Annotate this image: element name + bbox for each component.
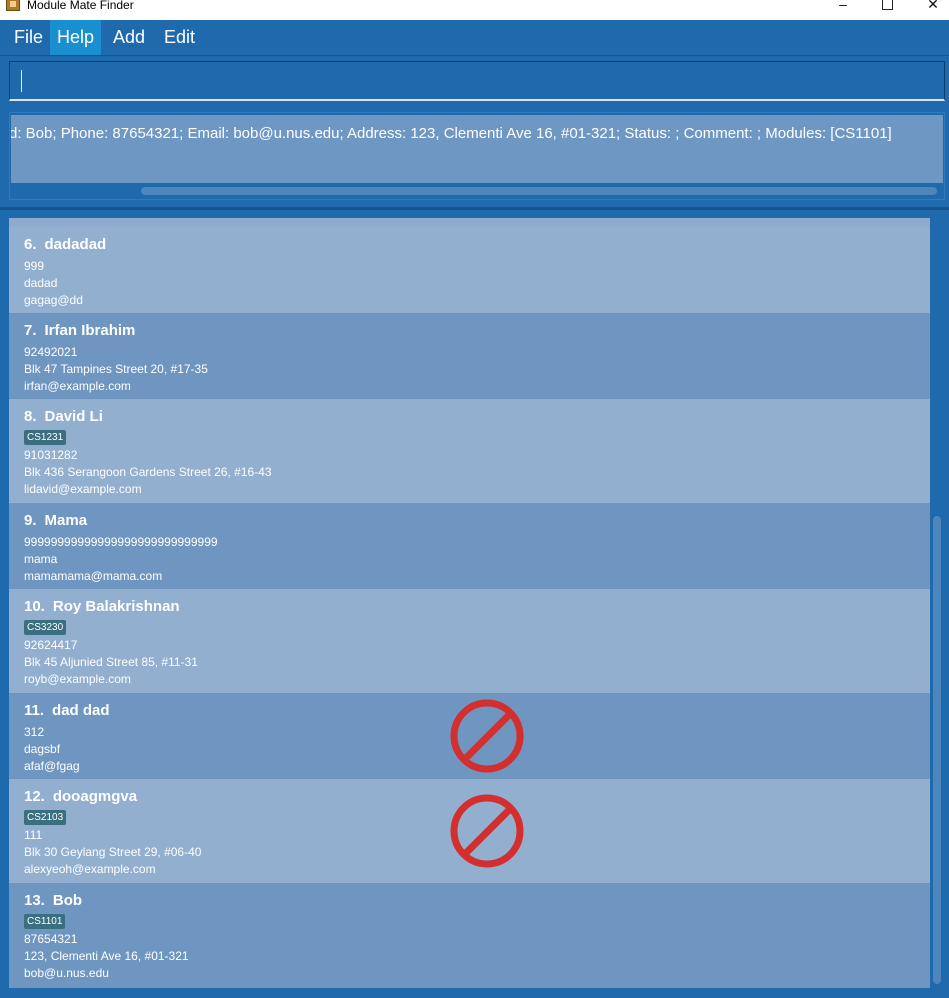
person-name-line: 12. dooagmgva <box>24 788 137 805</box>
person-address: Blk 45 Aljunied Street 85, #11-31 <box>24 655 198 669</box>
person-address: mama <box>24 552 58 566</box>
person-address: dadad <box>24 276 58 290</box>
window-title: Module Mate Finder <box>27 0 134 12</box>
list-item-partial <box>9 218 930 227</box>
person-email: bob@u.nus.edu <box>24 966 109 980</box>
menu-file[interactable]: File <box>7 20 50 55</box>
person-name: Irfan Ibrahim <box>44 322 136 339</box>
person-index: 10. <box>24 598 45 615</box>
app-icon <box>6 0 20 11</box>
person-email: afaf@fgag <box>24 759 80 773</box>
not-allowed-icon <box>450 699 524 773</box>
person-phone: 99999999999999999999999999999 <box>24 535 218 549</box>
person-address: Blk 30 Geylang Street 29, #06-40 <box>24 845 202 859</box>
person-address: Blk 47 Tampines Street 20, #17-35 <box>24 362 208 376</box>
person-name-line: 10. Roy Balakrishnan <box>24 598 180 615</box>
result-text-area[interactable]: d: Bob; Phone: 87654321; Email: bob@u.nu… <box>11 115 943 183</box>
person-name-line: 9. Mama <box>24 512 87 529</box>
module-tag: CS1231 <box>24 430 67 445</box>
person-phone: 92492021 <box>24 345 78 359</box>
person-phone: 92624417 <box>24 638 78 652</box>
person-address: dagsbf <box>24 742 61 756</box>
command-input[interactable] <box>9 61 945 101</box>
person-card[interactable]: 6. dadadad 999 dadad gagag@dd <box>9 227 930 313</box>
person-name-line: 11. dad dad <box>24 702 110 719</box>
list-scroll-thumb[interactable] <box>933 516 941 984</box>
maximize-icon <box>881 0 893 10</box>
person-name-line: 7. Irfan Ibrahim <box>24 322 135 339</box>
person-name: Roy Balakrishnan <box>52 598 180 615</box>
person-name: David Li <box>44 408 103 425</box>
person-card[interactable]: 8. David Li CS1231 91031282 Blk 436 Seran… <box>9 399 930 503</box>
person-name: dadadad <box>44 236 107 253</box>
person-index: 8. <box>24 408 37 425</box>
person-index: 12. <box>24 788 45 805</box>
minimize-button[interactable]: – <box>833 0 853 14</box>
result-scroll-thumb[interactable] <box>141 187 937 195</box>
person-card[interactable]: 7. Irfan Ibrahim 92492021 Blk 47 Tampines… <box>9 313 930 399</box>
module-tag: CS3230 <box>24 620 67 635</box>
person-name: Bob <box>52 892 83 909</box>
result-display: d: Bob; Phone: 87654321; Email: bob@u.nu… <box>9 112 945 200</box>
person-name: dooagmgva <box>52 788 138 805</box>
menu-help[interactable]: Help <box>50 20 102 55</box>
person-name-line: 6. dadadad <box>24 236 106 253</box>
person-index: 6. <box>24 236 37 253</box>
person-phone: 111 <box>24 828 43 842</box>
person-phone: 999 <box>24 259 45 273</box>
person-email: royb@example.com <box>24 672 131 686</box>
module-tag: CS2103 <box>24 810 67 825</box>
not-allowed-icon <box>450 794 524 868</box>
maximize-button[interactable] <box>877 0 897 14</box>
divider <box>0 207 949 210</box>
person-index: 7. <box>24 322 37 339</box>
person-email: alexyeoh@example.com <box>24 862 156 876</box>
text-caret <box>21 70 22 92</box>
person-phone: 312 <box>24 725 45 739</box>
person-name: dad dad <box>52 702 110 719</box>
person-address: Blk 436 Serangoon Gardens Street 26, #16… <box>24 465 272 479</box>
person-phone: 91031282 <box>24 448 78 462</box>
result-text: d: Bob; Phone: 87654321; Email: bob@u.nu… <box>11 125 892 142</box>
result-horizontal-scrollbar[interactable] <box>10 186 944 198</box>
person-email: irfan@example.com <box>24 379 131 393</box>
person-email: gagag@dd <box>24 293 83 307</box>
person-address: 123, Clementi Ave 16, #01-321 <box>24 949 189 963</box>
person-card[interactable]: 10. Roy Balakrishnan CS3230 92624417 Blk … <box>9 589 930 693</box>
person-email: lidavid@example.com <box>24 482 142 496</box>
person-name: Mama <box>44 512 88 529</box>
person-list: 6. dadadad 999 dadad gagag@dd 7. Irfan Ibr… <box>9 218 930 988</box>
menu-edit[interactable]: Edit <box>157 20 202 55</box>
person-name-line: 13. Bob <box>24 892 82 909</box>
person-index: 11. <box>24 702 45 719</box>
person-card[interactable]: 13. Bob CS1101 87654321 123, Clementi Ave… <box>9 883 930 988</box>
list-vertical-scrollbar[interactable] <box>930 218 942 988</box>
menu-add[interactable]: Add <box>106 20 152 55</box>
person-index: 9. <box>24 512 37 529</box>
person-card[interactable]: 9. Mama 99999999999999999999999999999 mam… <box>9 503 930 589</box>
person-index: 13. <box>24 892 45 909</box>
close-button[interactable]: ✕ <box>923 0 943 14</box>
module-tag: CS1101 <box>24 914 66 929</box>
title-bar: Module Mate Finder – ✕ <box>0 0 949 20</box>
person-email: mamamama@mama.com <box>24 569 163 583</box>
menu-bar: File Help Add Edit <box>0 20 949 56</box>
person-name-line: 8. David Li <box>24 408 103 425</box>
person-phone: 87654321 <box>24 932 78 946</box>
